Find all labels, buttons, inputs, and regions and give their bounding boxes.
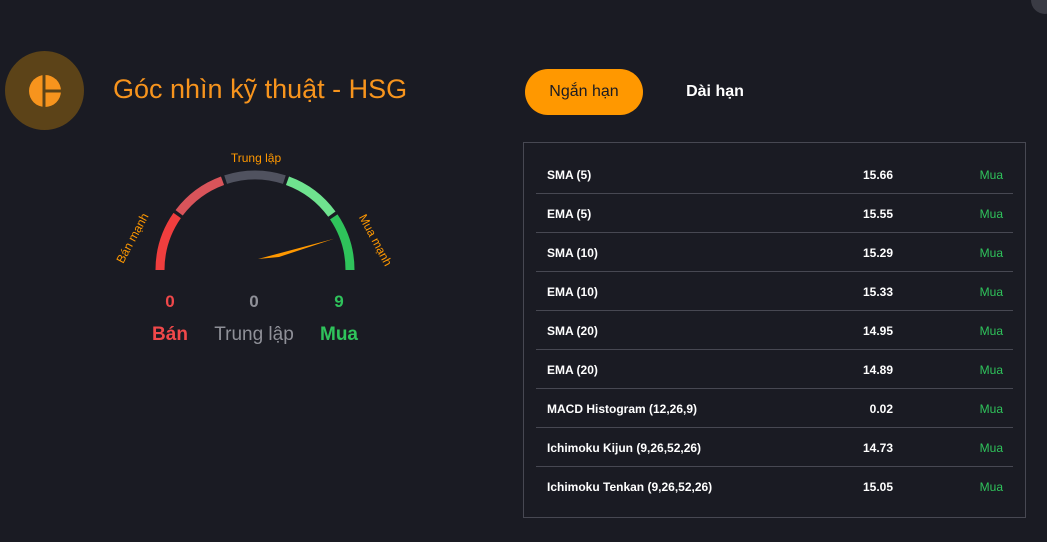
indicator-name: EMA (5) <box>547 207 592 221</box>
buy-count: 9 <box>334 292 344 311</box>
gauge-label-strong-sell: Bán mạnh <box>113 211 151 266</box>
table-row: Ichimoku Tenkan (9,26,52,26) 15.05 Mua <box>536 467 1013 506</box>
pie-chart-icon <box>5 51 84 130</box>
indicator-value: 14.89 <box>862 363 893 377</box>
indicator-name: Ichimoku Kijun (9,26,52,26) <box>547 441 702 455</box>
indicator-signal: Mua <box>979 402 1003 416</box>
gauge-label-neutral: Trung lập <box>231 151 282 165</box>
gauge-segment-neutral <box>224 170 286 184</box>
table-row: SMA (20) 14.95 Mua <box>536 311 1013 350</box>
tab-short-term[interactable]: Ngắn hạn <box>525 69 643 115</box>
gauge-segment-buy <box>285 176 336 217</box>
gauge-segment-strong-sell <box>155 212 181 271</box>
indicator-name: SMA (10) <box>547 246 598 260</box>
indicator-signal: Mua <box>979 207 1003 221</box>
gauge-label-strong-buy: Mua mạnh <box>356 212 395 269</box>
table-row: EMA (20) 14.89 Mua <box>536 350 1013 389</box>
gauge-segment-strong-buy <box>329 214 355 271</box>
indicator-value: 15.55 <box>862 207 893 221</box>
corner-button[interactable] <box>1031 0 1047 14</box>
indicator-table: SMA (5) 15.66 Mua EMA (5) 15.55 Mua SMA (10) 15… <box>523 142 1026 518</box>
gauge-segment-sell <box>175 176 225 216</box>
indicator-value: 0.02 <box>869 402 893 416</box>
indicator-value: 15.66 <box>862 168 893 182</box>
table-row: SMA (10) 15.29 Mua <box>536 233 1013 272</box>
page-title: Góc nhìn kỹ thuật - HSG <box>113 74 408 104</box>
buy-summary: 9 Mua <box>284 292 394 346</box>
indicator-signal: Mua <box>979 480 1003 494</box>
indicator-signal: Mua <box>979 168 1003 182</box>
indicator-value: 14.95 <box>862 324 893 338</box>
gauge-needle <box>258 238 335 259</box>
indicator-signal: Mua <box>979 246 1003 260</box>
tab-long-term[interactable]: Dài hạn <box>655 69 775 115</box>
indicator-signal: Mua <box>979 324 1003 338</box>
indicator-signal: Mua <box>979 441 1003 455</box>
table-row: EMA (10) 15.33 Mua <box>536 272 1013 311</box>
indicator-signal: Mua <box>979 285 1003 299</box>
indicator-name: Ichimoku Tenkan (9,26,52,26) <box>547 480 713 494</box>
indicator-name: SMA (5) <box>547 168 592 182</box>
signal-summary: 0 Bán 0 Trung lập 9 Mua <box>130 292 380 352</box>
buy-label: Mua <box>320 324 358 345</box>
indicator-name: EMA (20) <box>547 363 598 377</box>
indicator-value: 15.33 <box>862 285 893 299</box>
indicator-signal: Mua <box>979 363 1003 377</box>
indicator-name: EMA (10) <box>547 285 598 299</box>
sentiment-gauge: Trung lập Bán mạnh Mua mạnh <box>110 140 410 290</box>
indicator-name: SMA (20) <box>547 324 598 338</box>
table-row: EMA (5) 15.55 Mua <box>536 194 1013 233</box>
table-row: Ichimoku Kijun (9,26,52,26) 14.73 Mua <box>536 428 1013 467</box>
indicator-value: 15.29 <box>862 246 893 260</box>
indicator-value: 14.73 <box>862 441 893 455</box>
indicator-name: MACD Histogram (12,26,9) <box>547 402 698 416</box>
table-row: MACD Histogram (12,26,9) 0.02 Mua <box>536 389 1013 428</box>
indicator-value: 15.05 <box>862 480 893 494</box>
table-row: SMA (5) 15.66 Mua <box>536 155 1013 194</box>
